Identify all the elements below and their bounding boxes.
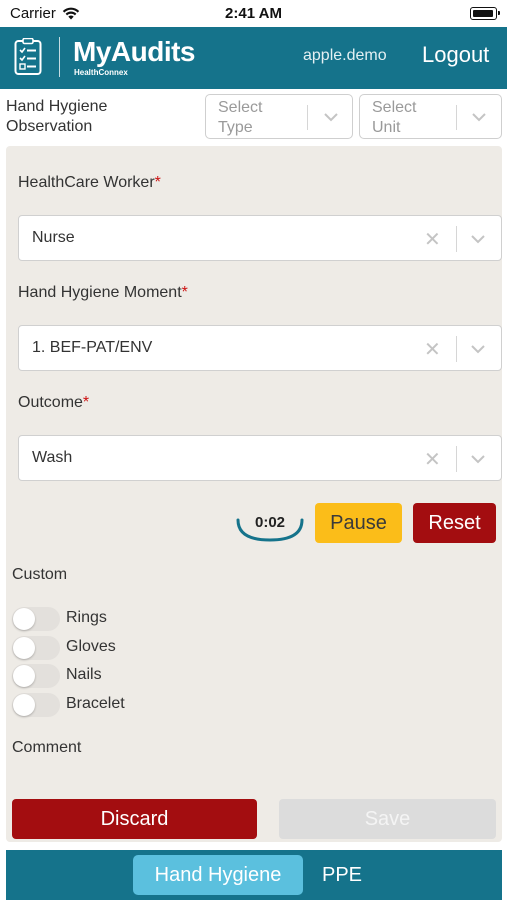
healthcare-worker-label: HealthCare Worker* [18, 174, 161, 192]
select-type-placeholder: Select Type [218, 99, 263, 136]
select-unit-dropdown[interactable]: Select Unit [359, 94, 502, 139]
hand-hygiene-moment-label-text: Hand Hygiene Moment [18, 284, 182, 301]
pause-button[interactable]: Pause [315, 503, 402, 543]
timer-value: 0:02 [254, 514, 286, 531]
chevron-down-icon[interactable] [470, 453, 486, 465]
timer-display: 0:02 [236, 506, 304, 542]
status-bar: Carrier 2:41 AM [0, 0, 507, 27]
rings-label: Rings [66, 609, 107, 626]
hand-hygiene-moment-dropdown[interactable]: 1. BEF-PAT/ENV ✕ [18, 325, 502, 371]
required-mark: * [181, 284, 188, 301]
app-logo-subtext: HealthConnex [74, 68, 128, 77]
required-mark: * [154, 174, 161, 191]
outcome-dropdown[interactable]: Wash ✕ [18, 435, 502, 481]
dropdown-divider [456, 336, 457, 362]
logo-divider [59, 37, 60, 77]
gloves-label: Gloves [66, 638, 116, 655]
outcome-label-text: Outcome [18, 394, 83, 411]
custom-section-label: Custom [12, 566, 68, 583]
toggle-knob [13, 608, 35, 630]
outcome-label: Outcome* [18, 394, 89, 412]
bottom-tab-bar: Hand Hygiene PPE [6, 850, 502, 900]
hand-hygiene-moment-label: Hand Hygiene Moment* [18, 284, 188, 302]
save-button[interactable]: Save [279, 799, 496, 839]
outcome-value: Wash [32, 449, 73, 466]
tab-ppe[interactable]: PPE [322, 855, 362, 895]
observation-form: HealthCare Worker* Nurse ✕ Hand Hygiene … [6, 146, 502, 842]
comment-label: Comment [12, 739, 82, 756]
clipboard-checklist-icon [14, 38, 42, 75]
bracelet-label: Bracelet [66, 695, 125, 712]
dropdown-divider [456, 226, 457, 252]
nails-label: Nails [66, 666, 102, 683]
healthcare-worker-value: Nurse [32, 229, 75, 246]
toggle-knob [13, 665, 35, 687]
select-type-dropdown[interactable]: Select Type [205, 94, 353, 139]
discard-button[interactable]: Discard [12, 799, 257, 839]
battery-icon [470, 7, 500, 20]
required-mark: * [82, 394, 90, 411]
toggle-knob [13, 637, 35, 659]
hand-hygiene-moment-value: 1. BEF-PAT/ENV [32, 339, 153, 356]
observation-title: Hand Hygiene Observation [6, 98, 108, 135]
select-divider [307, 105, 308, 130]
gloves-toggle[interactable] [12, 636, 60, 660]
toggle-knob [13, 694, 35, 716]
select-unit-placeholder: Select Unit [372, 99, 417, 136]
reset-button[interactable]: Reset [413, 503, 496, 543]
chevron-down-icon [472, 113, 486, 122]
bracelet-toggle[interactable] [12, 693, 60, 717]
tab-hand-hygiene[interactable]: Hand Hygiene [133, 855, 303, 895]
clear-icon[interactable]: ✕ [424, 447, 441, 472]
app-logo-text: MyAudits [73, 36, 196, 67]
status-time: 2:41 AM [225, 5, 282, 22]
app-header: MyAudits HealthConnex apple.demo Logout [0, 27, 507, 89]
logout-button[interactable]: Logout [422, 42, 489, 68]
nails-toggle[interactable] [12, 664, 60, 688]
clear-icon[interactable]: ✕ [424, 337, 441, 362]
username-label: apple.demo [303, 47, 387, 64]
clear-icon[interactable]: ✕ [424, 227, 441, 252]
chevron-down-icon[interactable] [470, 233, 486, 245]
healthcare-worker-dropdown[interactable]: Nurse ✕ [18, 215, 502, 261]
chevron-down-icon [324, 113, 338, 122]
healthcare-worker-label-text: HealthCare Worker [18, 174, 155, 191]
select-divider [456, 105, 457, 130]
chevron-down-icon[interactable] [470, 343, 486, 355]
dropdown-divider [456, 446, 457, 472]
rings-toggle[interactable] [12, 607, 60, 631]
